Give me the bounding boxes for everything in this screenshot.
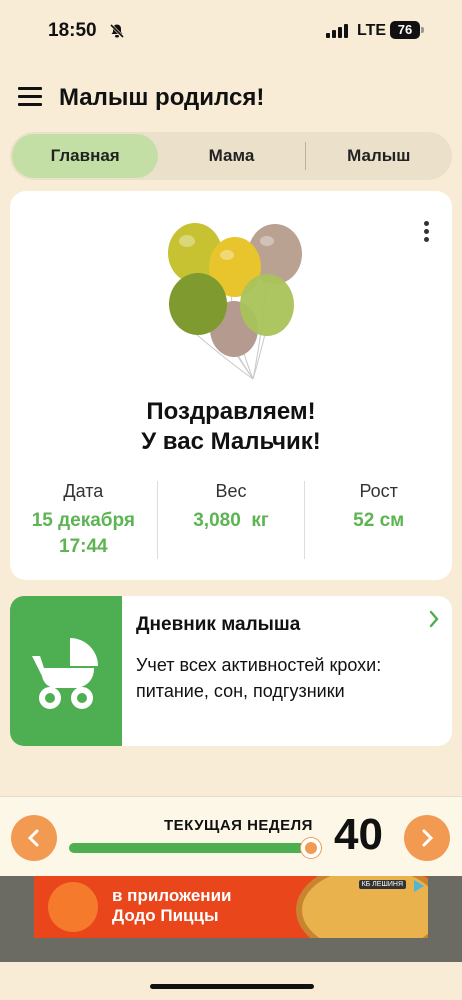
balloons-icon bbox=[168, 223, 302, 380]
diary-icon-box bbox=[10, 596, 122, 746]
signal-icon bbox=[326, 23, 348, 38]
current-week-bar: ТЕКУЩАЯ НЕДЕЛЯ 40 bbox=[0, 796, 462, 876]
page-title: Малыш родился! bbox=[59, 84, 265, 111]
diary-description: Учет всех активностей крохи: питание, со… bbox=[136, 655, 382, 701]
status-time: 18:50 bbox=[48, 20, 97, 41]
stat-height-value: 52 см bbox=[353, 510, 405, 531]
ad-line-1: в приложении bbox=[112, 886, 232, 905]
next-week-button[interactable] bbox=[404, 815, 450, 861]
stat-date-value: 15 декабря 17:44 bbox=[10, 508, 157, 560]
ad-area: в приложении Додо Пиццы КБ ЛЕШИНЯ bbox=[0, 876, 462, 962]
birth-info-card: Поздравляем! У вас Мальчик! Дата 15 дека… bbox=[10, 191, 452, 580]
diary-title: Дневник малыша bbox=[136, 614, 301, 635]
ad-choices-icon[interactable] bbox=[414, 880, 424, 892]
stat-date-day: 15 декабря bbox=[31, 510, 135, 531]
stat-weight-value: 3,080 кг bbox=[193, 510, 269, 531]
ad-banner[interactable]: в приложении Додо Пиццы КБ ЛЕШИНЯ bbox=[34, 876, 428, 938]
stat-weight-label: Вес bbox=[215, 481, 247, 501]
chevron-right-icon[interactable] bbox=[428, 610, 440, 628]
stat-date-time: 17:44 bbox=[59, 536, 108, 557]
week-progress-knob[interactable] bbox=[301, 838, 321, 858]
ad-badge: КБ ЛЕШИНЯ bbox=[358, 880, 406, 889]
congrats-line-1: Поздравляем! bbox=[146, 398, 316, 425]
ad-line-2: Додо Пиццы bbox=[112, 906, 219, 925]
stat-date-label: Дата bbox=[63, 481, 104, 501]
tab-mama[interactable]: Мама bbox=[158, 134, 304, 178]
baby-stroller-icon bbox=[32, 638, 98, 709]
week-progress-track[interactable] bbox=[69, 838, 321, 858]
dodo-mascot-icon bbox=[48, 882, 98, 932]
status-bar: 18:50 LTE 76 bbox=[0, 0, 462, 62]
stat-height-label: Рост bbox=[359, 481, 398, 501]
hamburger-menu-icon[interactable] bbox=[18, 87, 42, 107]
chevron-left-icon bbox=[27, 829, 39, 847]
bell-slash-icon bbox=[109, 23, 125, 44]
prev-week-button[interactable] bbox=[11, 815, 57, 861]
tab-home[interactable]: Главная bbox=[12, 134, 159, 178]
birth-stats: Дата 15 декабря 17:44 Вес 3,080 кг Рост … bbox=[10, 481, 452, 560]
tab-baby[interactable]: Малыш bbox=[306, 134, 452, 178]
week-number: 40 bbox=[334, 810, 383, 859]
baby-diary-card[interactable]: Дневник малыша Учет всех активностей кро… bbox=[10, 596, 452, 746]
app-bar: Малыш родился! bbox=[0, 70, 462, 126]
home-indicator[interactable] bbox=[150, 984, 314, 989]
vertical-dots-icon[interactable] bbox=[424, 221, 430, 245]
stat-date: Дата 15 декабря 17:44 bbox=[10, 481, 157, 560]
ad-text: в приложении Додо Пиццы bbox=[112, 886, 231, 926]
chevron-right-icon bbox=[422, 829, 434, 847]
battery-icon: 76 bbox=[390, 21, 420, 39]
week-progress-fill bbox=[69, 843, 315, 853]
battery-tip bbox=[421, 27, 424, 33]
congrats-line-2: У вас Мальчик! bbox=[141, 428, 321, 455]
congrats-heading: Поздравляем! У вас Мальчик! bbox=[10, 397, 452, 457]
stat-weight: Вес 3,080 кг bbox=[158, 481, 305, 560]
stat-height: Рост 52 см bbox=[305, 481, 452, 560]
week-label: ТЕКУЩАЯ НЕДЕЛЯ bbox=[164, 817, 313, 834]
tab-bar: Главная Мама Малыш bbox=[10, 132, 452, 180]
network-type: LTE bbox=[357, 22, 387, 39]
